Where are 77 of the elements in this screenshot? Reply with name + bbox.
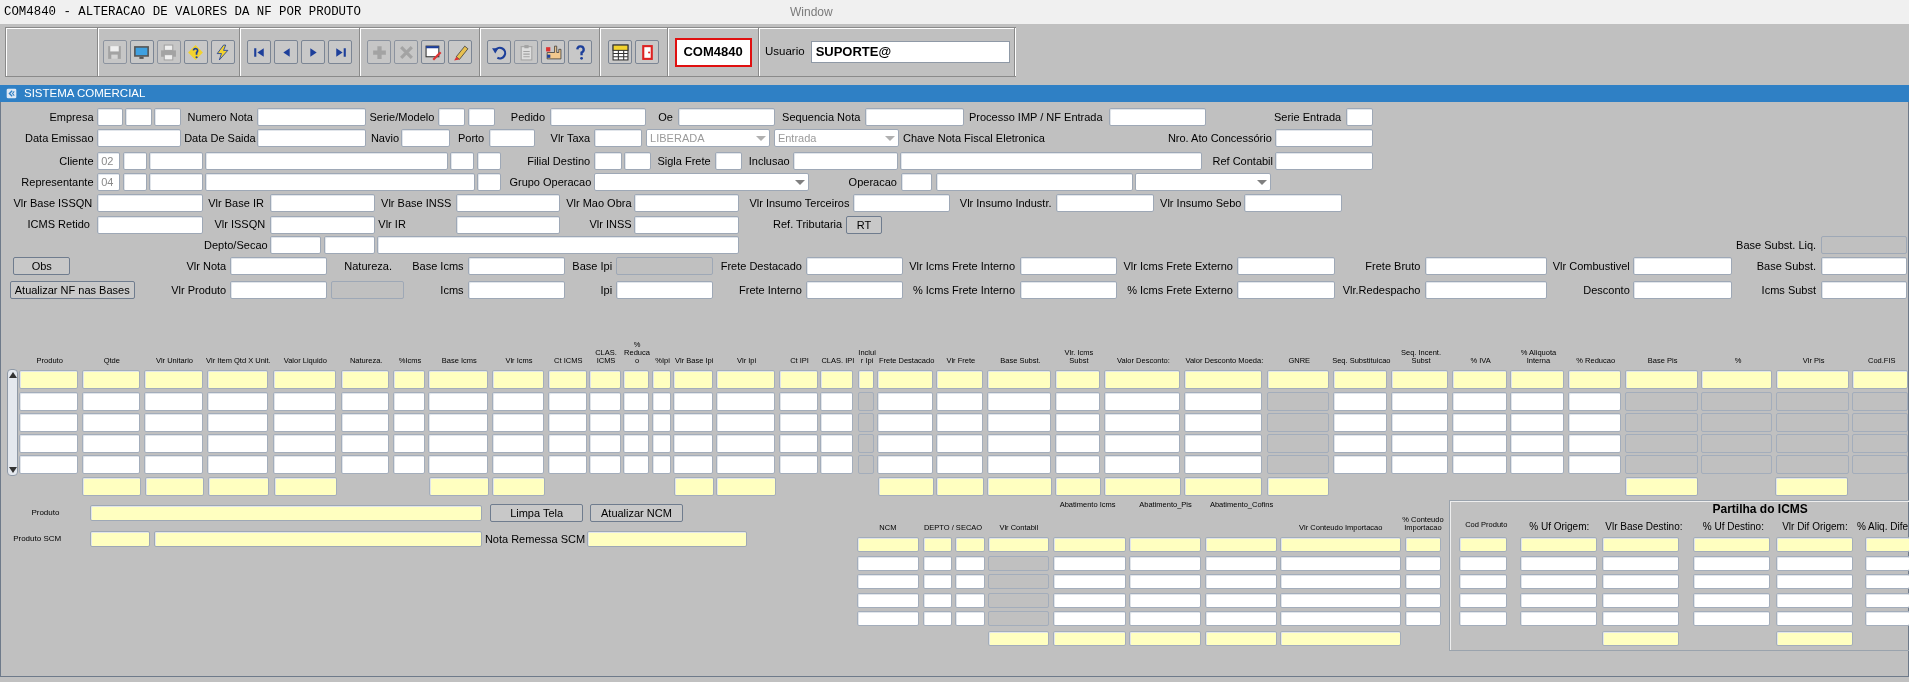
field-label: Empresa	[48, 109, 94, 125]
field-label: Base Ipi	[571, 259, 613, 274]
field-label: Processo IMP / NF Entrada	[967, 109, 1103, 125]
user-label: Usuario	[765, 44, 805, 60]
field-label: % Icms Frete Interno	[911, 282, 1015, 298]
field-label: Oe	[657, 109, 673, 125]
field-label: Serie/Modelo	[369, 109, 435, 125]
user-field[interactable]: SUPORTE@	[810, 41, 1010, 63]
field-label: Porto	[456, 131, 485, 147]
column-header: % Uf Destino:	[1701, 519, 1765, 534]
field-label: Frete Bruto	[1364, 259, 1421, 274]
field-label: Depto/Secao	[203, 237, 268, 253]
field-label: Vlr Base IR	[207, 195, 264, 211]
field-label: Inclusao	[747, 153, 790, 169]
field-label: Ipi	[599, 282, 613, 298]
field-label: Vlr IR	[378, 217, 407, 233]
window-title: COM4840 - ALTERACAO DE VALORES DA NF POR PRODUTO	[3, 3, 362, 21]
field-label: Pedido	[509, 109, 546, 125]
field-label: Ref. Tributaria	[772, 217, 843, 233]
field-label: Vlr Base ISSQN	[12, 195, 93, 211]
field-label: Grupo Operacao	[508, 175, 592, 191]
field-label: Desconto	[1582, 282, 1630, 298]
field-label: Vlr Combustivel	[1551, 259, 1630, 274]
field-label: Ref Contabil	[1211, 153, 1273, 169]
form-button[interactable]: Obs	[13, 257, 71, 276]
field-label: Data De Saida	[184, 131, 255, 147]
field-label: Base Subst. Liq.	[1735, 237, 1817, 253]
field-label: Vlr Icms Frete Interno	[908, 259, 1015, 274]
field-label: Icms	[439, 282, 464, 298]
field-label: Vlr Taxa	[549, 131, 591, 147]
field-label: Vlr Mao Obra	[565, 195, 632, 211]
field-label: Sigla Frete	[656, 153, 711, 169]
field-label: Navio	[369, 131, 400, 147]
group-title: Partilha do ICMS	[1712, 500, 1808, 518]
field-label: Base Subst.	[1755, 259, 1816, 274]
program-code: COM4840	[674, 37, 752, 67]
field-label: Vlr Insumo Sebo	[1159, 195, 1242, 211]
form-button[interactable]: Atualizar NCM	[590, 503, 683, 522]
form-button[interactable]: Limpa Tela	[490, 503, 583, 522]
menu-item[interactable]: Window	[790, 3, 833, 21]
field-label: % Icms Frete Externo	[1126, 282, 1233, 298]
field-label: Representante	[20, 175, 94, 191]
form-button[interactable]: Atualizar NF nas Bases	[9, 281, 135, 300]
field-label: Frete Interno	[738, 282, 802, 298]
form-button[interactable]: RT	[845, 215, 883, 234]
field-label: ICMS Retido	[26, 217, 90, 233]
field-label: Serie Entrada	[1272, 109, 1342, 125]
field-label: Vlr Icms Frete Externo	[1122, 259, 1233, 274]
input-field[interactable]: 02	[97, 151, 121, 170]
section-title: SISTEMA COMERCIAL	[24, 85, 146, 101]
field-label: Vlr Produto	[170, 282, 227, 298]
field-label: Cliente	[58, 153, 94, 169]
field-label: Filial Destino	[526, 153, 591, 169]
column-header: % Aliq. Dife	[1855, 519, 1909, 534]
input-field[interactable]: 04	[97, 173, 121, 192]
field-label: Vlr Nota	[185, 259, 227, 274]
field-label: Nro. Ato Concessório	[1166, 131, 1272, 147]
field-label: Vlr Base INSS	[380, 195, 452, 211]
field-caption: Produto SCM	[13, 532, 63, 545]
field-label: Vlr ISSQN	[213, 217, 266, 233]
field-label: Data Emissao	[24, 131, 94, 147]
field-label: Chave Nota Fiscal Eletronica	[902, 131, 1046, 147]
field-label: Vlr.Redespacho	[1341, 282, 1421, 298]
field-label: Sequencia Nota	[781, 109, 861, 125]
column-header: Vlr Base Destino:	[1604, 519, 1684, 534]
field-label: Natureza.	[344, 259, 393, 274]
field-label: Vlr Insumo Industr.	[958, 195, 1052, 211]
field-label: Vlr INSS	[588, 217, 632, 233]
field-label: Frete Destacado	[719, 259, 802, 274]
field-label: Vlr Insumo Terceiros	[748, 195, 850, 211]
field-label: Operacao	[847, 175, 897, 191]
field-label: Numero Nota	[186, 109, 253, 125]
field-label: Base Icms	[411, 259, 464, 274]
field-caption: Produto	[31, 506, 61, 519]
field-label: Icms Subst	[1760, 282, 1816, 298]
column-header: % Uf Origem:	[1528, 519, 1591, 534]
column-header: Vlr Dif Origem:	[1781, 519, 1849, 534]
